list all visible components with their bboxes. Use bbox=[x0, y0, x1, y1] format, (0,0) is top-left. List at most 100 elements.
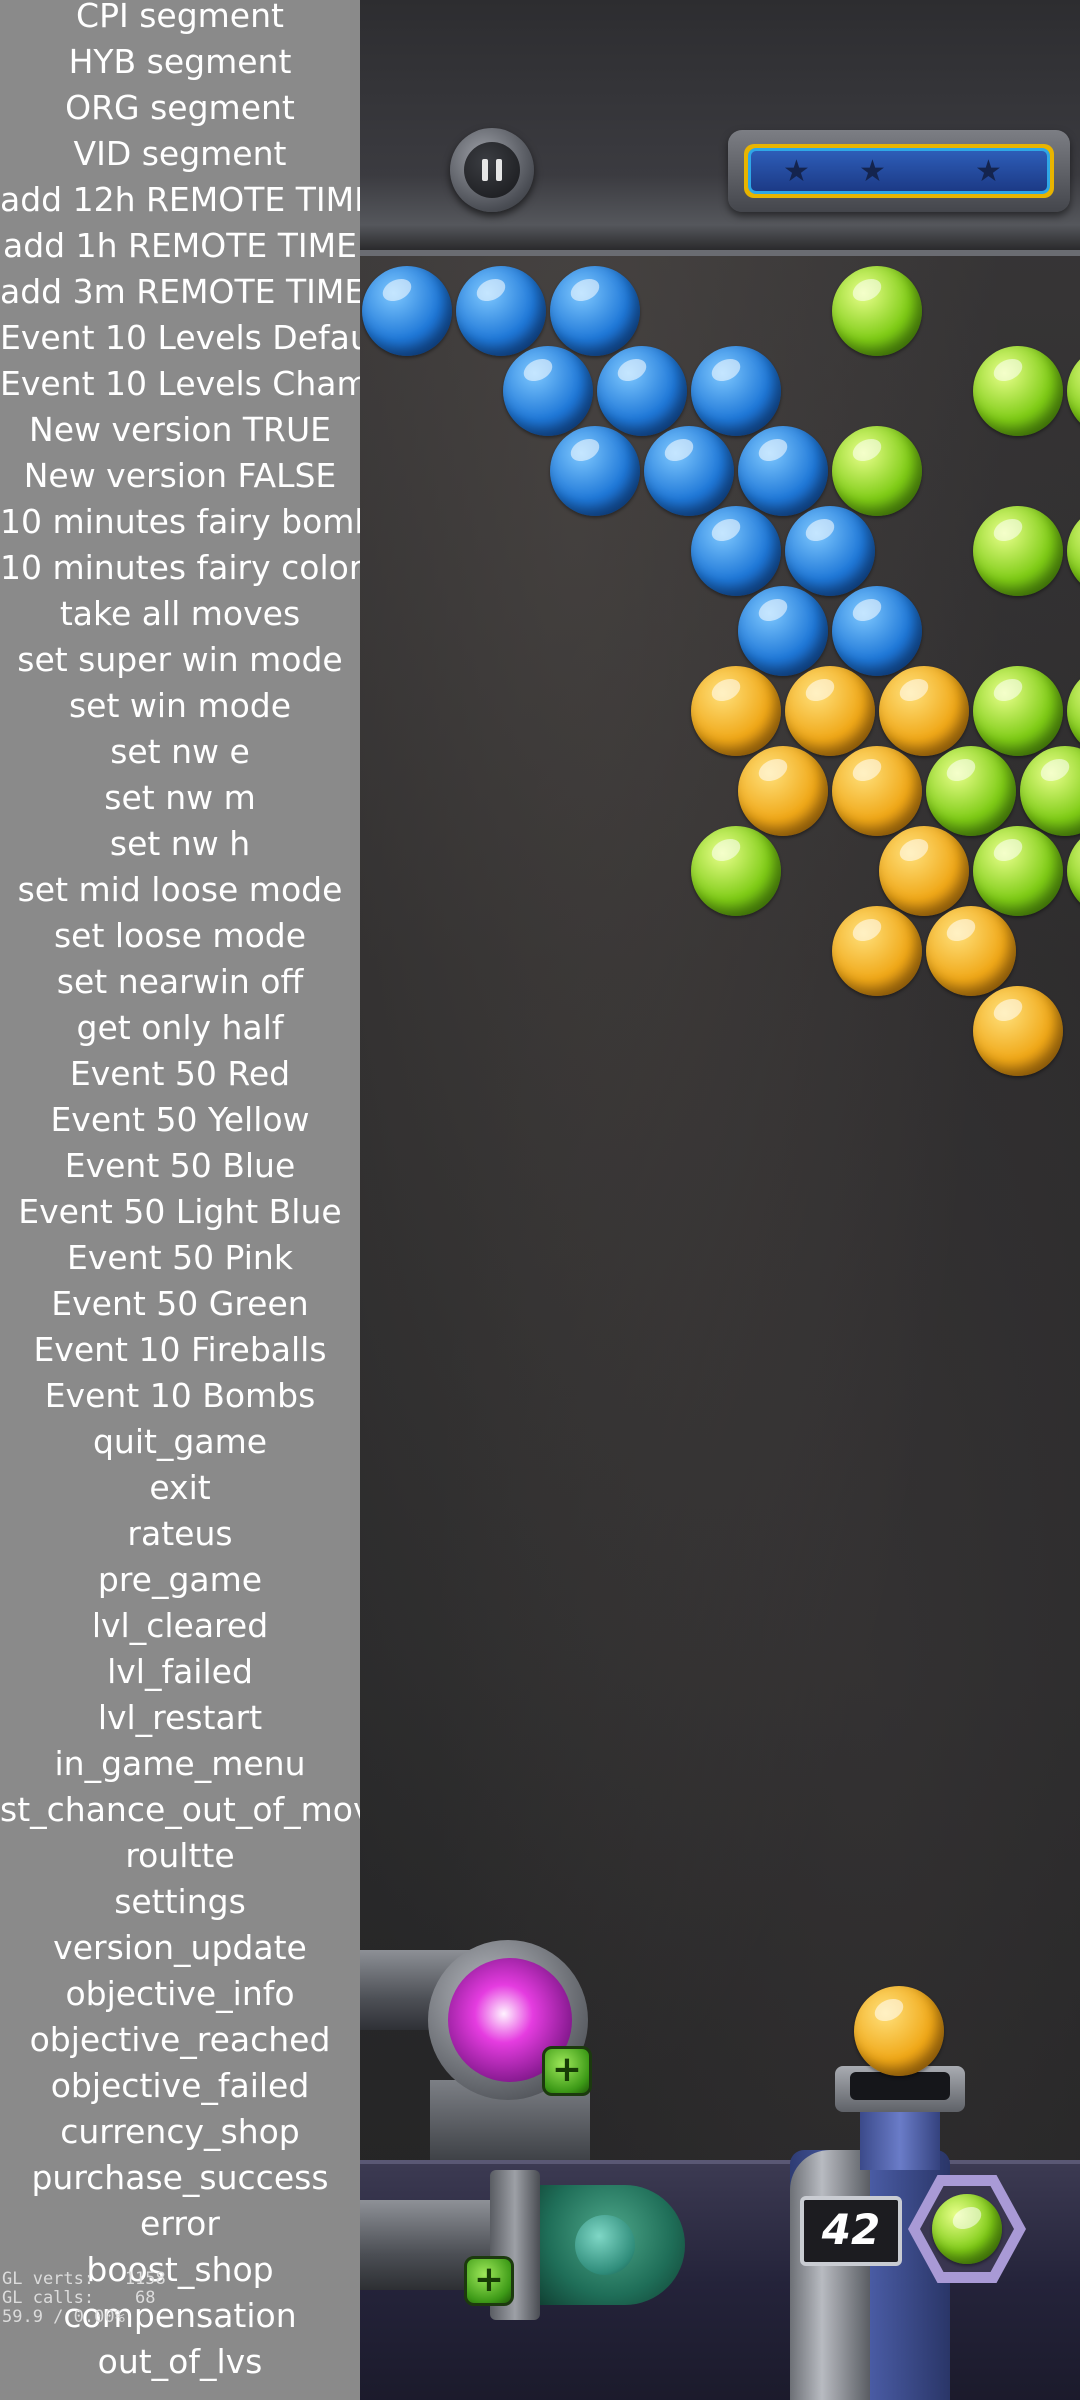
debug-menu-item[interactable]: roultte bbox=[0, 1834, 360, 1878]
bubble-yellow bbox=[785, 666, 875, 756]
pause-button[interactable] bbox=[450, 128, 534, 212]
bubble-yellow bbox=[738, 746, 828, 836]
debug-menu-item[interactable]: HYB segment bbox=[0, 40, 360, 84]
debug-menu-item[interactable]: set mid loose mode bbox=[0, 868, 360, 912]
gl-verts: GL verts: 1158 bbox=[2, 2269, 166, 2289]
debug-menu-item[interactable]: version_update bbox=[0, 1926, 360, 1970]
bubble-green bbox=[973, 506, 1063, 596]
bubble-yellow bbox=[879, 826, 969, 916]
bubble-green bbox=[832, 426, 922, 516]
star-icon: ★ bbox=[783, 154, 810, 189]
debug-menu-item[interactable]: set nearwin off bbox=[0, 960, 360, 1004]
debug-menu-item[interactable]: set win mode bbox=[0, 684, 360, 728]
bubble-green bbox=[926, 746, 1016, 836]
add-booster-icon[interactable]: + bbox=[542, 2046, 592, 2096]
bubble-blue bbox=[644, 426, 734, 516]
game-area[interactable]: ★ ★ ★ + + 42 bbox=[360, 0, 1080, 2400]
debug-menu-item[interactable]: lvl_restart bbox=[0, 1696, 360, 1740]
debug-menu-item[interactable]: Event 10 Fireballs bbox=[0, 1328, 360, 1372]
debug-menu-item[interactable]: lvl_failed bbox=[0, 1650, 360, 1694]
bubble-yellow bbox=[832, 906, 922, 996]
debug-menu-item[interactable]: add 12h REMOTE TIME bbox=[0, 178, 360, 222]
debug-menu: CPI segment HYB segment ORG segment VID seg… bbox=[0, 0, 360, 2400]
bubble-blue bbox=[691, 346, 781, 436]
debug-menu-item[interactable]: set nw e bbox=[0, 730, 360, 774]
debug-menu-item[interactable]: CPI segment bbox=[0, 0, 360, 38]
debug-menu-item[interactable]: Event 50 Yellow bbox=[0, 1098, 360, 1142]
debug-menu-item[interactable]: Event 50 Blue bbox=[0, 1144, 360, 1188]
debug-menu-item[interactable]: Event 50 Green bbox=[0, 1282, 360, 1326]
debug-menu-item[interactable]: in_game_menu bbox=[0, 1742, 360, 1786]
debug-menu-item[interactable]: Event 10 Bombs bbox=[0, 1374, 360, 1418]
bubble-green bbox=[973, 346, 1063, 436]
gl-stats-overlay: GL verts: 1158 GL calls: 68 59.9 / 0.00% bbox=[2, 2270, 202, 2327]
bubble-blue bbox=[597, 346, 687, 436]
next-bubble[interactable] bbox=[932, 2194, 1002, 2264]
bubble-green bbox=[1020, 746, 1080, 836]
bubble-green bbox=[1067, 506, 1080, 596]
bubble-blue bbox=[691, 506, 781, 596]
bubble-green bbox=[832, 266, 922, 356]
bubble-green bbox=[691, 826, 781, 916]
debug-menu-item[interactable]: st_chance_out_of_move bbox=[0, 1788, 360, 1832]
launcher-neck bbox=[860, 2110, 940, 2170]
debug-menu-item[interactable]: purchase_success bbox=[0, 2156, 360, 2200]
debug-menu-item[interactable]: error bbox=[0, 2202, 360, 2246]
bubble-yellow bbox=[832, 746, 922, 836]
debug-menu-item[interactable]: Event 50 Pink bbox=[0, 1236, 360, 1280]
debug-menu-item[interactable]: objective_info bbox=[0, 1972, 360, 2016]
debug-menu-item[interactable]: take all moves bbox=[0, 592, 360, 636]
top-hud-bar: ★ ★ ★ bbox=[360, 0, 1080, 256]
debug-menu-item[interactable]: objective_reached bbox=[0, 2018, 360, 2062]
debug-menu-item[interactable]: VID segment bbox=[0, 132, 360, 176]
gl-calls: GL calls: 68 bbox=[2, 2288, 156, 2308]
debug-menu-item[interactable]: settings bbox=[0, 1880, 360, 1924]
bubble-blue bbox=[550, 266, 640, 356]
bubble-blue bbox=[738, 426, 828, 516]
bubble-green bbox=[1067, 346, 1080, 436]
star-icon: ★ bbox=[975, 154, 1002, 189]
bubble-green bbox=[973, 826, 1063, 916]
debug-menu-item[interactable]: set nw m bbox=[0, 776, 360, 820]
debug-menu-item[interactable]: Event 50 Light Blue bbox=[0, 1190, 360, 1234]
bubble-yellow bbox=[879, 666, 969, 756]
debug-menu-item[interactable]: pre_game bbox=[0, 1558, 360, 1602]
debug-menu-item[interactable]: exit bbox=[0, 1466, 360, 1510]
loaded-bubble[interactable] bbox=[854, 1986, 944, 2076]
debug-menu-item[interactable]: rateus bbox=[0, 1512, 360, 1556]
debug-menu-item[interactable]: get only half bbox=[0, 1006, 360, 1050]
bomb-booster-bubble bbox=[575, 2215, 635, 2275]
add-bomb-icon[interactable]: + bbox=[464, 2256, 514, 2306]
debug-menu-item[interactable]: Event 10 Levels Default bbox=[0, 316, 360, 360]
debug-menu-item[interactable]: currency_shop bbox=[0, 2110, 360, 2154]
debug-menu-item[interactable]: quit_game bbox=[0, 1420, 360, 1464]
bubble-green bbox=[1067, 666, 1080, 756]
bubble-blue bbox=[362, 266, 452, 356]
debug-menu-item[interactable]: set super win mode bbox=[0, 638, 360, 682]
score-progress-bar: ★ ★ ★ bbox=[728, 130, 1070, 212]
launcher-cup-inner bbox=[850, 2072, 950, 2100]
bubble-blue bbox=[785, 506, 875, 596]
pause-icon bbox=[464, 142, 520, 198]
debug-menu-item[interactable]: set nw h bbox=[0, 822, 360, 866]
debug-menu-item[interactable]: Event 50 Red bbox=[0, 1052, 360, 1096]
launcher-body bbox=[790, 2150, 870, 2400]
debug-menu-item[interactable]: ORG segment bbox=[0, 86, 360, 130]
debug-menu-item[interactable]: lvl_cleared bbox=[0, 1604, 360, 1648]
debug-menu-item[interactable]: 10 minutes fairy bomb bbox=[0, 500, 360, 544]
debug-menu-item[interactable]: add 3m REMOTE TIME bbox=[0, 270, 360, 314]
bubble-blue bbox=[738, 586, 828, 676]
bubble-blue bbox=[456, 266, 546, 356]
debug-menu-item[interactable]: set loose mode bbox=[0, 914, 360, 958]
debug-menu-item[interactable]: out_of_lvs bbox=[0, 2340, 360, 2384]
debug-menu-item[interactable]: New version FALSE bbox=[0, 454, 360, 498]
debug-menu-item[interactable]: objective_failed bbox=[0, 2064, 360, 2108]
debug-menu-item[interactable]: 10 minutes fairy color bbox=[0, 546, 360, 590]
debug-menu-item[interactable]: Event 10 Levels Champ bbox=[0, 362, 360, 406]
bubble-yellow bbox=[973, 986, 1063, 1076]
bubble-green bbox=[1067, 826, 1080, 916]
bubble-blue bbox=[503, 346, 593, 436]
debug-menu-item[interactable]: add 1h REMOTE TIME bbox=[0, 224, 360, 268]
debug-menu-item[interactable]: New version TRUE bbox=[0, 408, 360, 452]
bubble-blue bbox=[832, 586, 922, 676]
